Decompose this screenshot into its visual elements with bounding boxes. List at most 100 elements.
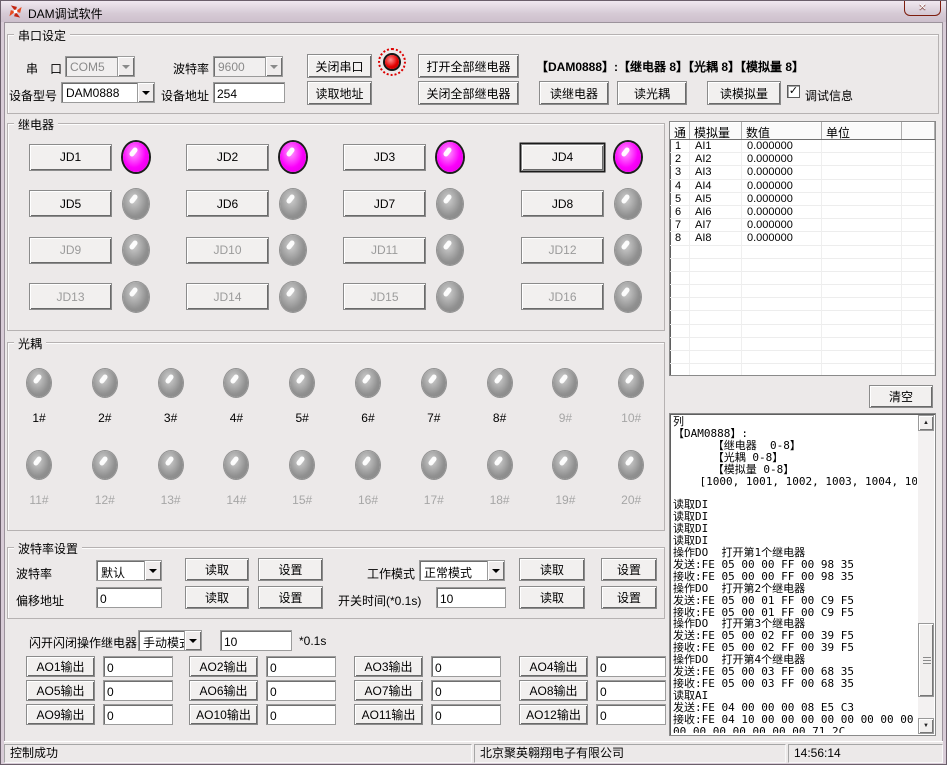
scroll-down-button[interactable]: ▼ bbox=[918, 718, 934, 734]
flash-mode-select[interactable]: 手动模式 bbox=[138, 630, 202, 651]
clear-log-button[interactable]: 清空 bbox=[869, 385, 933, 408]
close-all-relays-button[interactable]: 关闭全部继电器 bbox=[418, 81, 519, 105]
scrollbar-thumb[interactable] bbox=[918, 623, 934, 697]
ao-value-input[interactable] bbox=[596, 656, 666, 677]
ao-button-ao1[interactable]: AO1输出 bbox=[26, 656, 95, 677]
relay-button-jd9[interactable]: JD9 bbox=[29, 237, 112, 264]
ao-output-cell: AO9输出 bbox=[26, 704, 189, 728]
relay-button-jd16[interactable]: JD16 bbox=[521, 283, 604, 310]
table-row: 1AI10.000000 bbox=[670, 140, 935, 153]
relay-button-jd4[interactable]: JD4 bbox=[521, 144, 604, 171]
table-header-cell[interactable]: 模拟量 bbox=[690, 122, 742, 139]
switchtime-input[interactable] bbox=[436, 587, 506, 608]
offset-input[interactable] bbox=[96, 587, 162, 608]
baud2-select[interactable]: 默认 bbox=[96, 560, 162, 581]
ao-value-input[interactable] bbox=[596, 704, 666, 725]
ao-button-ao6[interactable]: AO6输出 bbox=[189, 680, 258, 701]
relay-button-jd10[interactable]: JD10 bbox=[186, 237, 269, 264]
ao-button-ao8[interactable]: AO8输出 bbox=[519, 680, 588, 701]
log-scrollbar[interactable]: ▲ ▼ bbox=[918, 415, 934, 734]
ao-button-ao5[interactable]: AO5输出 bbox=[26, 680, 95, 701]
ao-value-input[interactable] bbox=[266, 680, 336, 701]
table-cell bbox=[670, 272, 690, 285]
table-header-cell[interactable]: 数值 bbox=[742, 122, 822, 139]
ao-button-ao10[interactable]: AO10输出 bbox=[189, 704, 258, 725]
table-cell: AI3 bbox=[690, 166, 742, 179]
ao-value-input[interactable] bbox=[266, 704, 336, 725]
ao-button-ao12[interactable]: AO12输出 bbox=[519, 704, 588, 725]
read-analog-button[interactable]: 读模拟量 bbox=[707, 81, 781, 105]
relay-button-jd7[interactable]: JD7 bbox=[343, 190, 426, 217]
opto-channel: 6# bbox=[356, 369, 422, 451]
relay-button-jd6[interactable]: JD6 bbox=[186, 190, 269, 217]
ao-value-input[interactable] bbox=[431, 656, 501, 677]
baud-read-button[interactable]: 读取 bbox=[185, 558, 249, 581]
table-header-cell[interactable] bbox=[902, 122, 935, 139]
ao-value-input[interactable] bbox=[266, 656, 336, 677]
debug-info-checkbox[interactable]: ✓ bbox=[787, 85, 800, 98]
com-port-select[interactable]: COM5 bbox=[65, 56, 135, 77]
read-relay-button[interactable]: 读继电器 bbox=[539, 81, 609, 105]
scroll-up-button[interactable]: ▲ bbox=[918, 415, 934, 431]
ao-output-cell: AO6输出 bbox=[189, 680, 354, 704]
relay-cell: JD10 bbox=[186, 227, 343, 274]
read-address-button[interactable]: 读取地址 bbox=[307, 81, 372, 105]
opto-indicator bbox=[488, 369, 512, 397]
opto-channel: 11# bbox=[27, 451, 93, 533]
ao-value-input[interactable] bbox=[103, 680, 173, 701]
table-cell bbox=[742, 298, 822, 311]
ao-button-ao2[interactable]: AO2输出 bbox=[189, 656, 258, 677]
switchtime-set-button[interactable]: 设置 bbox=[601, 586, 657, 609]
ao-button-ao4[interactable]: AO4输出 bbox=[519, 656, 588, 677]
ao-value-input[interactable] bbox=[103, 704, 173, 725]
table-cell: AI8 bbox=[690, 232, 742, 245]
relay-button-jd8[interactable]: JD8 bbox=[521, 190, 604, 217]
ao-button-ao7[interactable]: AO7输出 bbox=[354, 680, 423, 701]
close-button[interactable]: ✕ bbox=[904, 1, 941, 16]
relay-button-jd2[interactable]: JD2 bbox=[186, 144, 269, 171]
workmode-select[interactable]: 正常模式 bbox=[419, 560, 505, 581]
ao-value-input[interactable] bbox=[431, 680, 501, 701]
table-cell: 0.000000 bbox=[742, 232, 822, 245]
relay-button-jd11[interactable]: JD11 bbox=[343, 237, 426, 264]
workmode-set-button[interactable]: 设置 bbox=[601, 558, 657, 581]
table-header-cell[interactable]: 通 bbox=[670, 122, 690, 139]
relay-button-jd5[interactable]: JD5 bbox=[29, 190, 112, 217]
chevron-down-icon bbox=[137, 83, 154, 102]
relay-button-jd1[interactable]: JD1 bbox=[29, 144, 112, 171]
workmode-read-button[interactable]: 读取 bbox=[519, 558, 585, 581]
relay-indicator-on bbox=[615, 142, 641, 172]
relay-button-jd13[interactable]: JD13 bbox=[29, 283, 112, 310]
ao-button-ao11[interactable]: AO11输出 bbox=[354, 704, 423, 725]
relay-button-jd3[interactable]: JD3 bbox=[343, 144, 426, 171]
ao-button-ao3[interactable]: AO3输出 bbox=[354, 656, 423, 677]
relay-button-jd12[interactable]: JD12 bbox=[521, 237, 604, 264]
relay-button-jd15[interactable]: JD15 bbox=[343, 283, 426, 310]
flash-time-input[interactable] bbox=[220, 630, 292, 651]
device-model-select[interactable]: DAM0888 bbox=[61, 82, 155, 103]
table-cell bbox=[690, 285, 742, 298]
offset-set-button[interactable]: 设置 bbox=[258, 586, 323, 609]
table-cell: AI5 bbox=[690, 193, 742, 206]
device-address-input[interactable] bbox=[213, 82, 285, 103]
ao-value-input[interactable] bbox=[103, 656, 173, 677]
table-header-cell[interactable]: 单位 bbox=[822, 122, 902, 139]
ao-value-input[interactable] bbox=[596, 680, 666, 701]
open-all-relays-button[interactable]: 打开全部继电器 bbox=[418, 54, 519, 78]
baud-rate-select[interactable]: 9600 bbox=[213, 56, 283, 77]
opto-channel-label: 17# bbox=[422, 493, 446, 507]
table-cell bbox=[902, 232, 935, 245]
relay-button-jd14[interactable]: JD14 bbox=[186, 283, 269, 310]
ao-value-input[interactable] bbox=[431, 704, 501, 725]
ao-button-ao9[interactable]: AO9输出 bbox=[26, 704, 95, 725]
baud-set-button[interactable]: 设置 bbox=[258, 558, 323, 581]
table-row: 4AI40.000000 bbox=[670, 180, 935, 193]
read-opto-button[interactable]: 读光耦 bbox=[617, 81, 687, 105]
table-cell bbox=[742, 272, 822, 285]
offset-read-button[interactable]: 读取 bbox=[185, 586, 249, 609]
switchtime-read-button[interactable]: 读取 bbox=[519, 586, 585, 609]
close-serial-button[interactable]: 关闭串口 bbox=[307, 54, 372, 78]
table-cell bbox=[690, 364, 742, 376]
table-cell bbox=[742, 285, 822, 298]
opto-indicator bbox=[553, 369, 577, 397]
